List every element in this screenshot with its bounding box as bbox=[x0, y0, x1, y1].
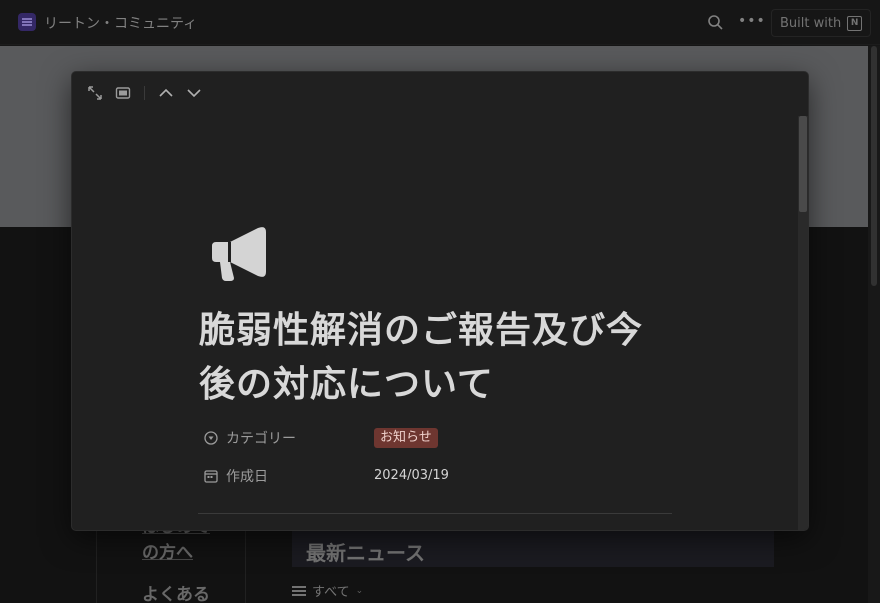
property-created-date[interactable]: 作成日 bbox=[204, 464, 268, 488]
category-tag[interactable]: お知らせ bbox=[374, 428, 438, 448]
expand-icon[interactable] bbox=[86, 84, 104, 102]
page-peek-modal: 脆弱性解消のご報告及び今後の対応について カテゴリー お知らせ 作成日 2024… bbox=[72, 72, 808, 530]
chevron-down-icon[interactable] bbox=[185, 84, 203, 102]
property-label: 作成日 bbox=[226, 469, 268, 485]
calendar-icon bbox=[204, 470, 218, 483]
modal-scrollbar-thumb[interactable] bbox=[799, 116, 807, 212]
property-category[interactable]: カテゴリー bbox=[204, 426, 296, 450]
property-label: カテゴリー bbox=[226, 431, 296, 447]
megaphone-icon[interactable] bbox=[208, 222, 270, 284]
chevron-up-icon[interactable] bbox=[157, 84, 175, 102]
created-date-value[interactable]: 2024/03/19 bbox=[374, 468, 449, 483]
peek-mode-icon[interactable] bbox=[114, 84, 132, 102]
content-divider bbox=[198, 513, 672, 514]
toolbar-divider bbox=[144, 86, 145, 100]
select-icon bbox=[204, 431, 218, 445]
page-title[interactable]: 脆弱性解消のご報告及び今後の対応について bbox=[199, 304, 679, 412]
modal-toolbar bbox=[86, 84, 203, 102]
